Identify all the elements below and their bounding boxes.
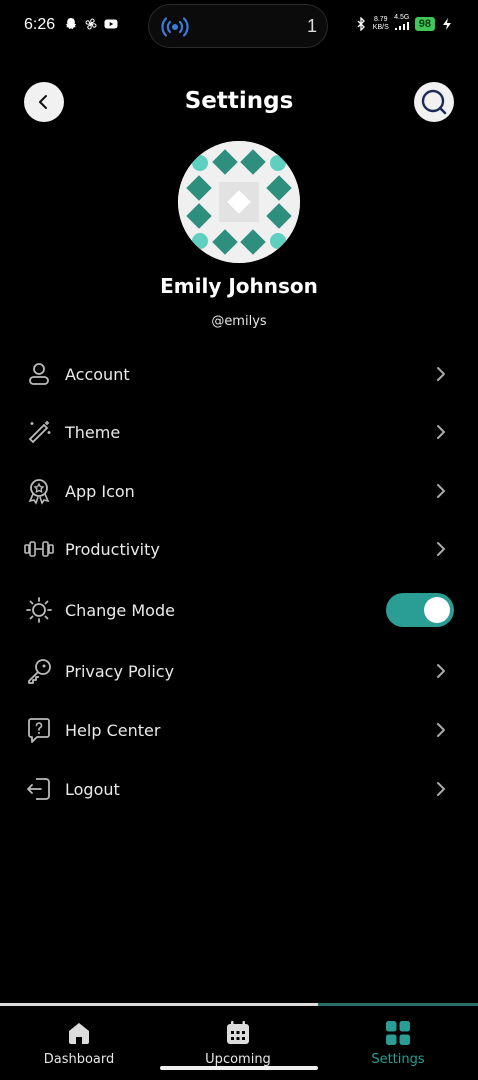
avatar[interactable] — [178, 141, 300, 263]
menu-item-label: Theme — [65, 422, 121, 442]
youtube-icon — [104, 19, 118, 29]
nav-label: Upcoming — [205, 1052, 271, 1067]
status-time: 6:26 — [24, 16, 56, 33]
home-indicator[interactable] — [160, 1066, 318, 1070]
menu-item-app-icon[interactable]: App Icon — [0, 463, 478, 519]
island-counter: 1 — [306, 16, 317, 36]
active-tab-indicator — [318, 1003, 478, 1006]
menu-item-productivity[interactable]: Productivity — [0, 521, 478, 577]
nav-item-settings[interactable]: Settings — [333, 1020, 463, 1076]
signal-indicator: 4.5G — [394, 14, 410, 33]
award-icon — [24, 476, 54, 506]
signal-bars-icon — [394, 22, 409, 30]
logout-icon — [24, 774, 54, 804]
header: Settings — [0, 80, 478, 126]
status-bar: 6:26 1 8.79 KB/S 4.5G 98 — [0, 0, 478, 52]
menu-item-account[interactable]: Account — [0, 346, 478, 402]
menu-item-theme[interactable]: Theme — [0, 404, 478, 460]
menu-item-logout[interactable]: Logout — [0, 761, 478, 817]
grid-icon — [386, 1021, 410, 1045]
battery-level: 98 — [414, 16, 435, 31]
notification-icons — [64, 17, 118, 31]
menu-item-change-mode[interactable]: Change Mode — [0, 582, 478, 638]
menu-item-label: Account — [65, 364, 130, 384]
snapchat-icon — [65, 18, 77, 29]
user-icon — [24, 359, 54, 389]
dumbbell-icon — [24, 534, 54, 564]
avatar-pattern — [178, 141, 300, 263]
key-icon — [24, 656, 54, 686]
menu-item-label: Change Mode — [65, 600, 175, 620]
calendar-icon — [227, 1021, 249, 1044]
user-name: Emily Johnson — [160, 274, 318, 298]
chevron-right-icon — [437, 782, 445, 796]
fan-icon — [85, 18, 97, 30]
chevron-right-icon — [437, 664, 445, 678]
toggle-knob — [424, 597, 450, 623]
help-bubble-icon — [24, 715, 54, 745]
chevron-right-icon — [437, 723, 445, 737]
user-handle: @emilys — [211, 314, 267, 329]
home-icon — [69, 1023, 89, 1044]
search-button[interactable] — [414, 82, 454, 122]
magic-wand-icon — [24, 417, 54, 447]
chevron-right-icon — [437, 367, 445, 381]
bluetooth-icon — [357, 16, 365, 31]
menu-item-label: Productivity — [65, 539, 160, 559]
menu-item-label: Privacy Policy — [65, 661, 175, 681]
menu-item-help-center[interactable]: Help Center — [0, 702, 478, 758]
search-icon — [421, 89, 447, 115]
menu-item-privacy-policy[interactable]: Privacy Policy — [0, 643, 478, 699]
page-title: Settings — [184, 88, 294, 114]
nav-item-dashboard[interactable]: Dashboard — [14, 1020, 144, 1076]
chevron-right-icon — [437, 542, 445, 556]
chevron-right-icon — [437, 425, 445, 439]
menu-item-label: Logout — [65, 779, 120, 799]
charging-icon — [443, 17, 451, 30]
network-speed: 8.79 KB/S — [372, 15, 389, 31]
broadcast-icon — [161, 17, 189, 37]
menu-item-label: App Icon — [65, 481, 135, 501]
nav-label: Dashboard — [43, 1052, 115, 1067]
sun-icon — [24, 595, 54, 625]
menu-item-label: Help Center — [65, 720, 161, 740]
chevron-right-icon — [437, 484, 445, 498]
dynamic-island[interactable]: 1 — [148, 4, 328, 48]
system-icons: 8.79 KB/S 4.5G 98 — [354, 14, 454, 33]
mode-toggle[interactable] — [386, 593, 454, 627]
nav-label: Settings — [371, 1052, 425, 1067]
